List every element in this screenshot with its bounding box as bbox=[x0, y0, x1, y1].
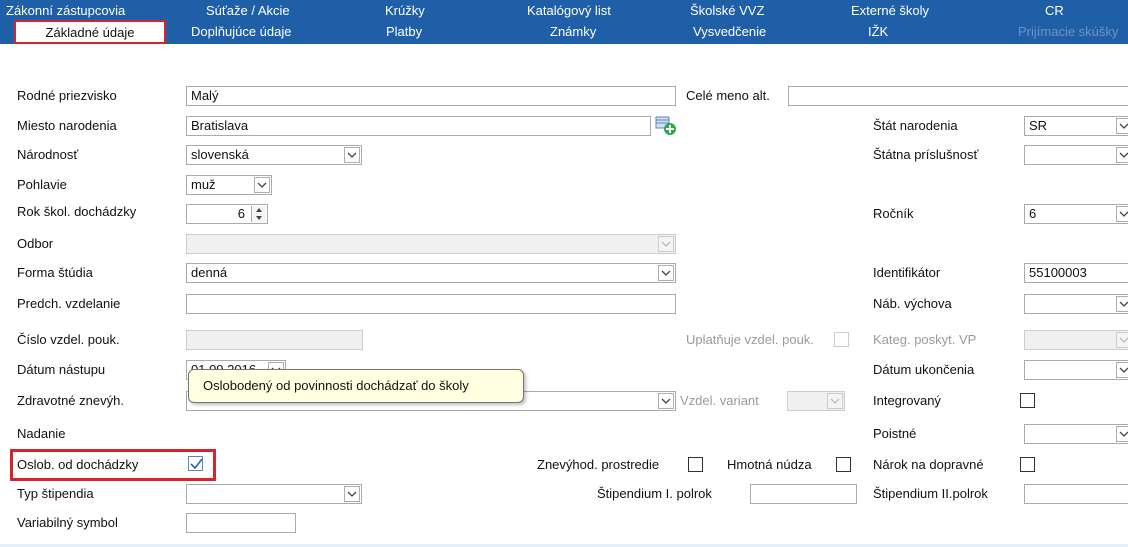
label-stipendium-1-polrok: Štipendium I. polrok bbox=[597, 486, 712, 501]
label-rok-skol-dochadzky: Rok škol. dochádzky bbox=[17, 204, 137, 219]
label-pohlavie: Pohlavie bbox=[17, 177, 67, 192]
label-narodnost: Národnosť bbox=[17, 147, 79, 162]
forma-studia-select[interactable]: denná bbox=[186, 263, 676, 283]
chevron-down-icon[interactable] bbox=[344, 147, 360, 163]
tab-kruzky[interactable]: Krúžky bbox=[385, 1, 425, 21]
tab-externe-skoly[interactable]: Externé školy bbox=[851, 1, 929, 21]
narok-na-dopravne-checkbox[interactable] bbox=[1020, 457, 1035, 472]
odbor-select[interactable] bbox=[186, 234, 676, 254]
tab-vysvedcenie[interactable]: Vysvedčenie bbox=[693, 22, 766, 42]
tab-zakladne-udaje[interactable]: Základné údaje bbox=[14, 20, 166, 44]
chevron-down-icon[interactable] bbox=[1116, 147, 1128, 163]
typ-stipendia-select[interactable] bbox=[186, 484, 362, 504]
cele-meno-alt-input[interactable] bbox=[788, 86, 1128, 106]
chevron-down-icon[interactable] bbox=[827, 393, 843, 409]
rodne-priezvisko-input[interactable]: Malý bbox=[186, 86, 676, 106]
stat-narodenia-select[interactable]: SR bbox=[1024, 116, 1128, 136]
label-forma-studia: Forma štúdia bbox=[17, 265, 93, 280]
label-stat-narodenia: Štát narodenia bbox=[873, 118, 958, 133]
label-kateg-poskyt-vp: Kateg. poskyt. VP bbox=[873, 332, 977, 347]
label-integrovany: Integrovaný bbox=[873, 393, 941, 408]
tab-cr[interactable]: CR bbox=[1045, 1, 1064, 21]
tab-izk[interactable]: IŽK bbox=[868, 22, 888, 42]
tab-skolske-vvz[interactable]: Školské VVZ bbox=[690, 1, 764, 21]
label-predch-vzdelanie: Predch. vzdelanie bbox=[17, 296, 121, 311]
rocnik-select[interactable]: 6 bbox=[1024, 204, 1128, 224]
rocnik-value: 6 bbox=[1029, 206, 1037, 221]
tab-bar: Zákonní zástupcovia Súťaže / Akcie Krúžk… bbox=[0, 0, 1128, 44]
add-place-icon[interactable] bbox=[655, 114, 677, 136]
label-vzdel-variant: Vzdel. variant bbox=[680, 393, 759, 408]
label-identifikator: Identifikátor bbox=[873, 265, 941, 280]
tab-zakonni-zastupcovia[interactable]: Zákonní zástupcovia bbox=[6, 1, 125, 21]
label-zdravotne-znevyh: Zdravotné znevýh. bbox=[17, 393, 124, 408]
vzdel-variant-select[interactable] bbox=[787, 391, 845, 411]
chevron-down-icon[interactable] bbox=[254, 177, 270, 193]
label-datum-nastupu: Dátum nástupu bbox=[17, 362, 106, 377]
label-uplatnuje-vzdel-pouk: Uplatňuje vzdel. pouk. bbox=[686, 332, 814, 347]
chevron-down-icon[interactable] bbox=[1116, 426, 1128, 442]
label-hmotna-nudza: Hmotná núdza bbox=[727, 457, 812, 472]
variabilny-symbol-input[interactable] bbox=[186, 513, 296, 533]
label-rocnik: Ročník bbox=[873, 206, 914, 221]
label-rodne-priezvisko: Rodné priezvisko bbox=[17, 88, 117, 103]
rok-skol-dochadzky-value: 6 bbox=[237, 206, 245, 221]
nab-vychova-select[interactable] bbox=[1024, 294, 1128, 314]
narodnost-value: slovenská bbox=[191, 147, 249, 162]
statna-prislusnost-select[interactable] bbox=[1024, 145, 1128, 165]
chevron-down-icon[interactable] bbox=[658, 393, 674, 409]
poistne-select[interactable] bbox=[1024, 424, 1128, 444]
chevron-down-icon[interactable] bbox=[1116, 362, 1128, 378]
highlight-oslob bbox=[10, 449, 216, 481]
label-narok-na-dopravne: Nárok na dopravné bbox=[873, 457, 984, 472]
label-miesto-narodenia: Miesto narodenia bbox=[17, 118, 117, 133]
narodnost-select[interactable]: slovenská bbox=[186, 145, 362, 165]
datum-ukoncenia-picker[interactable] bbox=[1024, 360, 1128, 380]
label-variabilny-symbol: Variabilný symbol bbox=[17, 515, 118, 530]
chevron-down-icon[interactable] bbox=[344, 486, 360, 502]
pohlavie-value: muž bbox=[191, 177, 216, 192]
tab-sutaze-akcie[interactable]: Súťaže / Akcie bbox=[206, 1, 290, 21]
cislo-vzdel-pouk-input[interactable] bbox=[186, 330, 363, 350]
kateg-poskyt-vp-select[interactable] bbox=[1024, 330, 1128, 350]
znevyhod-prostredie-checkbox[interactable] bbox=[688, 457, 703, 472]
chevron-down-icon[interactable] bbox=[1116, 332, 1128, 348]
tab-platby[interactable]: Platby bbox=[386, 22, 422, 42]
stipendium-2-polrok-input[interactable] bbox=[1024, 484, 1128, 504]
hmotna-nudza-checkbox[interactable] bbox=[836, 457, 851, 472]
label-cele-meno-alt: Celé meno alt. bbox=[686, 88, 770, 103]
label-statna-prislusnost: Štátna príslušnosť bbox=[873, 147, 979, 162]
label-typ-stipendia: Typ štipendia bbox=[17, 486, 94, 501]
predch-vzdelanie-input[interactable] bbox=[186, 294, 676, 314]
tab-katalogovy-list[interactable]: Katalógový list bbox=[527, 1, 611, 21]
tooltip: Oslobodený od povinnosti dochádzať do šk… bbox=[188, 369, 524, 403]
pohlavie-select[interactable]: muž bbox=[186, 175, 272, 195]
label-nadanie: Nadanie bbox=[17, 426, 66, 441]
rok-skol-dochadzky-stepper[interactable]: 6 bbox=[186, 204, 268, 224]
chevron-down-icon[interactable] bbox=[658, 265, 674, 281]
forma-studia-value: denná bbox=[191, 265, 228, 280]
tab-znamky[interactable]: Známky bbox=[550, 22, 596, 42]
chevron-down-icon[interactable] bbox=[1116, 118, 1128, 134]
identifikator-input[interactable]: 55100003 bbox=[1024, 263, 1128, 283]
label-poistne: Poistné bbox=[873, 426, 917, 441]
tab-prijimacie-skusky[interactable]: Prijímacie skúšky bbox=[1018, 22, 1118, 42]
chevron-down-icon[interactable] bbox=[1116, 296, 1128, 312]
label-znevyhod-prostredie: Znevýhod. prostredie bbox=[537, 457, 660, 472]
stipendium-1-polrok-input[interactable] bbox=[750, 484, 857, 504]
label-nab-vychova: Náb. výchova bbox=[873, 296, 952, 311]
integrovany-checkbox[interactable] bbox=[1020, 393, 1035, 408]
tab-doplnujuce-udaje[interactable]: Doplňujúce údaje bbox=[191, 22, 291, 42]
miesto-narodenia-input[interactable]: Bratislava bbox=[186, 116, 651, 136]
stat-narodenia-value: SR bbox=[1029, 118, 1048, 133]
spinner-icon[interactable] bbox=[251, 206, 266, 222]
uplatnuje-vzdel-pouk-checkbox[interactable] bbox=[834, 332, 849, 347]
label-cislo-vzdel-pouk: Číslo vzdel. pouk. bbox=[17, 332, 120, 347]
chevron-down-icon[interactable] bbox=[1116, 206, 1128, 222]
chevron-down-icon[interactable] bbox=[658, 236, 674, 252]
label-datum-ukoncenia: Dátum ukončenia bbox=[873, 362, 975, 377]
label-odbor: Odbor bbox=[17, 236, 54, 251]
label-stipendium-2-polrok: Štipendium II.polrok bbox=[873, 486, 988, 501]
